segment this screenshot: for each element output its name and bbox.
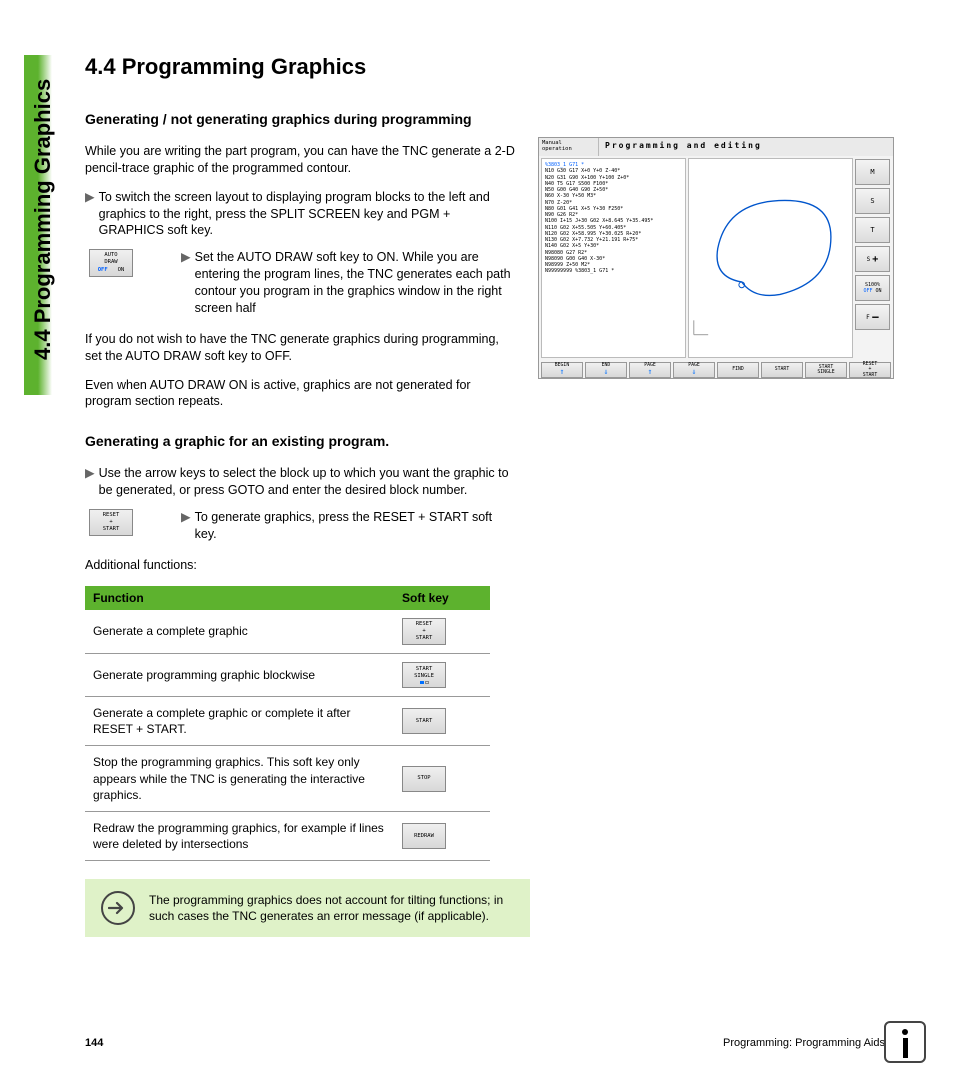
- sb-softkey-bar: BEGIN⇑END⇓PAGE⇑PAGE⇓FINDSTARTSTARTSINGLE…: [539, 360, 893, 380]
- softkey-icon: RESET+START: [402, 618, 446, 645]
- reset-start-softkey: RESET + START: [89, 509, 133, 536]
- func-key: RESET+START: [402, 618, 482, 645]
- arrow-icon: ▶: [85, 465, 95, 499]
- side-btn: T: [855, 217, 890, 243]
- sk-line: START: [103, 526, 120, 533]
- sk-line: DRAW: [104, 259, 117, 266]
- func-desc: Redraw the programming graphics, for exa…: [93, 820, 402, 852]
- bullet3-text: Use the arrow keys to select the block u…: [99, 465, 515, 499]
- side-btn: F−: [855, 304, 890, 330]
- softkey-icon: STOP: [402, 766, 446, 792]
- bullet2-text: Set the AUTO DRAW soft key to ON. While …: [195, 249, 515, 317]
- func-key: REDRAW: [402, 823, 482, 849]
- bullet-4: ▶ To generate graphics, press the RESET …: [181, 509, 515, 543]
- side-label: 4.4 Programming Graphics: [30, 79, 56, 360]
- sb-softkey: FIND: [717, 362, 759, 378]
- func-key: STARTSINGLE: [402, 662, 482, 688]
- side-btn: S+: [855, 246, 890, 272]
- softkey-row-2: RESET + START ▶ To generate graphics, pr…: [89, 509, 515, 543]
- func-desc: Generate a complete graphic or complete …: [93, 705, 402, 737]
- additional-label: Additional functions:: [85, 557, 515, 574]
- softkey-icon: STARTSINGLE: [402, 662, 446, 688]
- page-footer: 144 Programming: Programming Aids: [85, 1037, 885, 1049]
- func-key: START: [402, 708, 482, 734]
- func-key: STOP: [402, 766, 482, 792]
- arrow-icon: ▶: [85, 189, 95, 240]
- col-function: Function: [93, 591, 402, 605]
- chapter-label: Programming: Programming Aids: [723, 1037, 885, 1049]
- sb-graph-panel: [688, 158, 853, 358]
- section1-p2: If you do not wish to have the TNC gener…: [85, 331, 515, 365]
- func-desc: Generate a complete graphic: [93, 623, 402, 639]
- bullet-2: ▶ Set the AUTO DRAW soft key to ON. Whil…: [181, 249, 515, 317]
- sb-softkey: BEGIN⇑: [541, 362, 583, 378]
- func-desc: Stop the programming graphics. This soft…: [93, 754, 402, 803]
- auto-draw-softkey: AUTO DRAW OFF ON: [89, 249, 133, 276]
- section1-p1: While you are writing the part program, …: [85, 143, 515, 177]
- table-row: Stop the programming graphics. This soft…: [85, 746, 490, 812]
- softkey-row-1: AUTO DRAW OFF ON ▶ Set the AUTO DRAW sof…: [89, 249, 515, 317]
- sk-line: AUTO: [104, 252, 117, 259]
- softkey-icon: START: [402, 708, 446, 734]
- sb-title: Programming and editing: [599, 138, 893, 156]
- sb-softkey: PAGE⇑: [629, 362, 671, 378]
- note-arrow-icon: [101, 891, 135, 925]
- arrow-icon: ▶: [181, 249, 191, 317]
- table-row: Generate a complete graphicRESET+START: [85, 610, 490, 654]
- sb-titlebar: Manual operation Programming and editing: [539, 138, 893, 156]
- bullet1-text: To switch the screen layout to displayin…: [99, 189, 515, 240]
- note-text: The programming graphics does not accoun…: [149, 892, 514, 924]
- page-number: 144: [85, 1037, 103, 1049]
- sb-softkey: START: [761, 362, 803, 378]
- sb-softkey: STARTSINGLE: [805, 362, 847, 378]
- note-box: The programming graphics does not accoun…: [85, 879, 530, 937]
- sb-side-buttons: MST S+ S100%OFF ON F−: [855, 156, 893, 360]
- sk-on: ON: [118, 267, 125, 273]
- col-softkey: Soft key: [402, 591, 482, 605]
- info-icon: [884, 1021, 926, 1063]
- softkey-icon: REDRAW: [402, 823, 446, 849]
- section2-title: Generating a graphic for an existing pro…: [85, 432, 515, 451]
- table-row: Generate programming graphic blockwiseST…: [85, 654, 490, 697]
- sk-off: OFF: [98, 267, 108, 273]
- main-content: 4.4 Programming Graphics Generating / no…: [85, 54, 515, 937]
- side-btn: S100%OFF ON: [855, 275, 890, 301]
- table-header: Function Soft key: [85, 586, 490, 610]
- sk-line: OFF ON: [98, 267, 125, 274]
- sb-softkey: PAGE⇓: [673, 362, 715, 378]
- sb-mode: Manual operation: [539, 138, 599, 156]
- sb-softkey: END⇓: [585, 362, 627, 378]
- func-desc: Generate programming graphic blockwise: [93, 667, 402, 683]
- page-heading: 4.4 Programming Graphics: [85, 54, 515, 80]
- table-row: Generate a complete graphic or complete …: [85, 697, 490, 746]
- function-table: Function Soft key Generate a complete gr…: [85, 586, 490, 862]
- bullet-3: ▶ Use the arrow keys to select the block…: [85, 465, 515, 499]
- section1-p3: Even when AUTO DRAW ON is active, graphi…: [85, 377, 515, 411]
- sb-softkey: RESET+START: [849, 362, 891, 378]
- section1-title: Generating / not generating graphics dur…: [85, 110, 515, 129]
- bullet-1: ▶ To switch the screen layout to display…: [85, 189, 515, 240]
- sb-body: %3803_1 G71 *N10 G30 G17 X+0 Y+0 Z-40*N2…: [539, 156, 893, 360]
- side-btn: M: [855, 159, 890, 185]
- sk-line: RESET: [103, 512, 120, 519]
- table-row: Redraw the programming graphics, for exa…: [85, 812, 490, 861]
- arrow-icon: ▶: [181, 509, 191, 543]
- sb-code-panel: %3803_1 G71 *N10 G30 G17 X+0 Y+0 Z-40*N2…: [541, 158, 686, 358]
- bullet4-text: To generate graphics, press the RESET + …: [195, 509, 515, 543]
- side-btn: S: [855, 188, 890, 214]
- sk-line: +: [109, 519, 112, 526]
- tnc-screenshot: Manual operation Programming and editing…: [538, 137, 894, 379]
